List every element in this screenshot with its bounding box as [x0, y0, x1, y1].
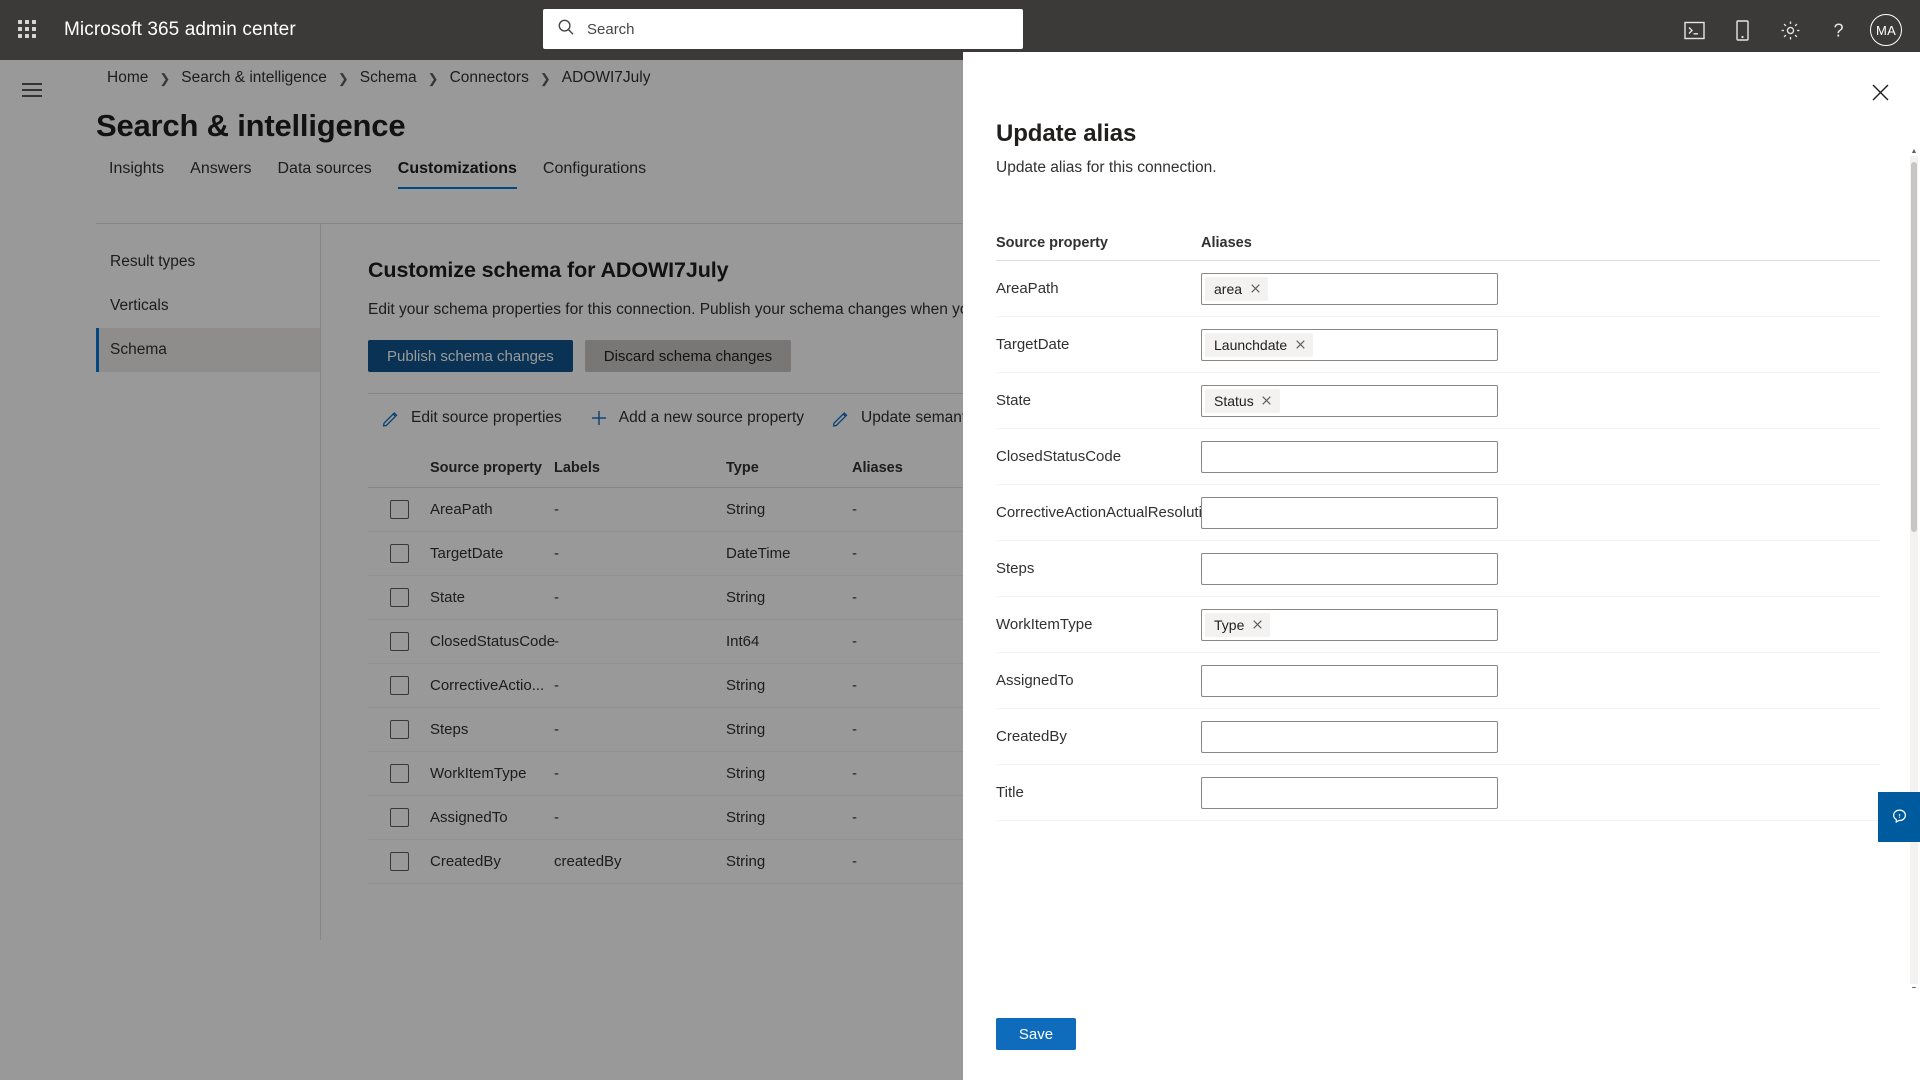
panel-table-header: Source property Aliases — [996, 207, 1880, 261]
panel-header: Update alias Update alias for this conne… — [963, 52, 1920, 177]
alias-row-property: Steps — [996, 560, 1035, 577]
panel-scrollbar[interactable]: ▲ ▼ — [1910, 148, 1918, 993]
panel-footer: Save — [963, 988, 1920, 1080]
remove-alias-icon[interactable] — [1289, 334, 1311, 356]
gear-icon[interactable] — [1766, 0, 1814, 60]
panel-column-aliases: Aliases — [1201, 235, 1252, 251]
alias-row-property: State — [996, 392, 1032, 409]
scroll-up-icon[interactable]: ▲ — [1910, 146, 1918, 156]
alias-row-property: TargetDate — [996, 336, 1070, 353]
remove-alias-icon[interactable] — [1256, 390, 1278, 412]
alias-input[interactable] — [1201, 664, 1498, 697]
alias-input[interactable]: Launchdate — [1201, 328, 1498, 361]
alias-row-property: AreaPath — [996, 280, 1059, 297]
alias-row: AssignedTo — [996, 653, 1880, 709]
avatar[interactable]: MA — [1870, 14, 1902, 46]
waffle-icon — [18, 20, 38, 40]
alias-row-property: WorkItemType — [996, 616, 1093, 633]
panel-scroll-region: Source property Aliases AreaPath area Targ… — [963, 207, 1920, 988]
panel-column-source-property: Source property — [996, 235, 1108, 251]
svg-text:?: ? — [1833, 20, 1843, 40]
feedback-button[interactable] — [1878, 792, 1920, 842]
alias-row-property: AssignedTo — [996, 672, 1074, 689]
help-icon[interactable]: ? — [1814, 0, 1862, 60]
alias-row-property: CreatedBy — [996, 728, 1067, 745]
alias-pill-label: Launchdate — [1214, 336, 1288, 353]
alias-row: TargetDate Launchdate — [996, 317, 1880, 373]
alias-row: AreaPath area — [996, 261, 1880, 317]
alias-input[interactable] — [1201, 552, 1498, 585]
panel-table-body: AreaPath area TargetDate Launchdate State Sta… — [996, 261, 1880, 821]
alias-pill-label: area — [1214, 280, 1243, 297]
scrollbar-thumb[interactable] — [1911, 162, 1917, 532]
suite-header: Microsoft 365 admin center Search ? MA — [0, 0, 1920, 60]
alias-input[interactable] — [1201, 720, 1498, 753]
panel-subtitle: Update alias for this connection. — [996, 159, 1217, 176]
search-box[interactable]: Search — [543, 9, 1023, 49]
alias-row: ClosedStatusCode — [996, 429, 1880, 485]
alias-input[interactable] — [1201, 440, 1498, 473]
alias-row: WorkItemType Type — [996, 597, 1880, 653]
app-launcher-button[interactable] — [0, 0, 56, 60]
alias-row-property: Title — [996, 784, 1024, 801]
alias-pill[interactable]: Launchdate — [1205, 332, 1314, 357]
close-panel-button[interactable] — [1858, 70, 1902, 114]
search-placeholder: Search — [587, 20, 635, 38]
alias-pill-label: Status — [1214, 392, 1254, 409]
alias-row-property: ClosedStatusCode — [996, 448, 1122, 465]
alias-input[interactable] — [1201, 776, 1498, 809]
alias-row-property: CorrectiveActionActualResolution — [996, 504, 1219, 521]
alias-row: CreatedBy — [996, 709, 1880, 765]
mobile-icon[interactable] — [1718, 0, 1766, 60]
alias-pill[interactable]: area — [1205, 276, 1269, 301]
close-icon — [1872, 84, 1888, 100]
suite-actions: ? MA — [1670, 0, 1920, 60]
remove-alias-icon[interactable] — [1244, 278, 1266, 300]
remove-alias-icon[interactable] — [1246, 614, 1268, 636]
search-icon — [557, 18, 575, 41]
alias-input[interactable]: area — [1201, 272, 1498, 305]
alias-row: CorrectiveActionActualResolution — [996, 485, 1880, 541]
suite-title: Microsoft 365 admin center — [64, 19, 296, 40]
alias-row: Steps — [996, 541, 1880, 597]
alias-row: State Status — [996, 373, 1880, 429]
alias-pill[interactable]: Type — [1205, 612, 1271, 637]
update-alias-panel: Update alias Update alias for this conne… — [963, 52, 1920, 1080]
save-button[interactable]: Save — [996, 1018, 1076, 1050]
alias-input[interactable]: Type — [1201, 608, 1498, 641]
alias-input[interactable]: Status — [1201, 384, 1498, 417]
alias-input[interactable] — [1201, 496, 1498, 529]
feedback-icon — [1892, 808, 1906, 823]
alias-pill[interactable]: Status — [1205, 388, 1280, 413]
alias-pill-label: Type — [1214, 616, 1245, 633]
panel-title: Update alias — [996, 120, 1137, 147]
console-icon[interactable] — [1670, 0, 1718, 60]
alias-row: Title — [996, 765, 1880, 821]
